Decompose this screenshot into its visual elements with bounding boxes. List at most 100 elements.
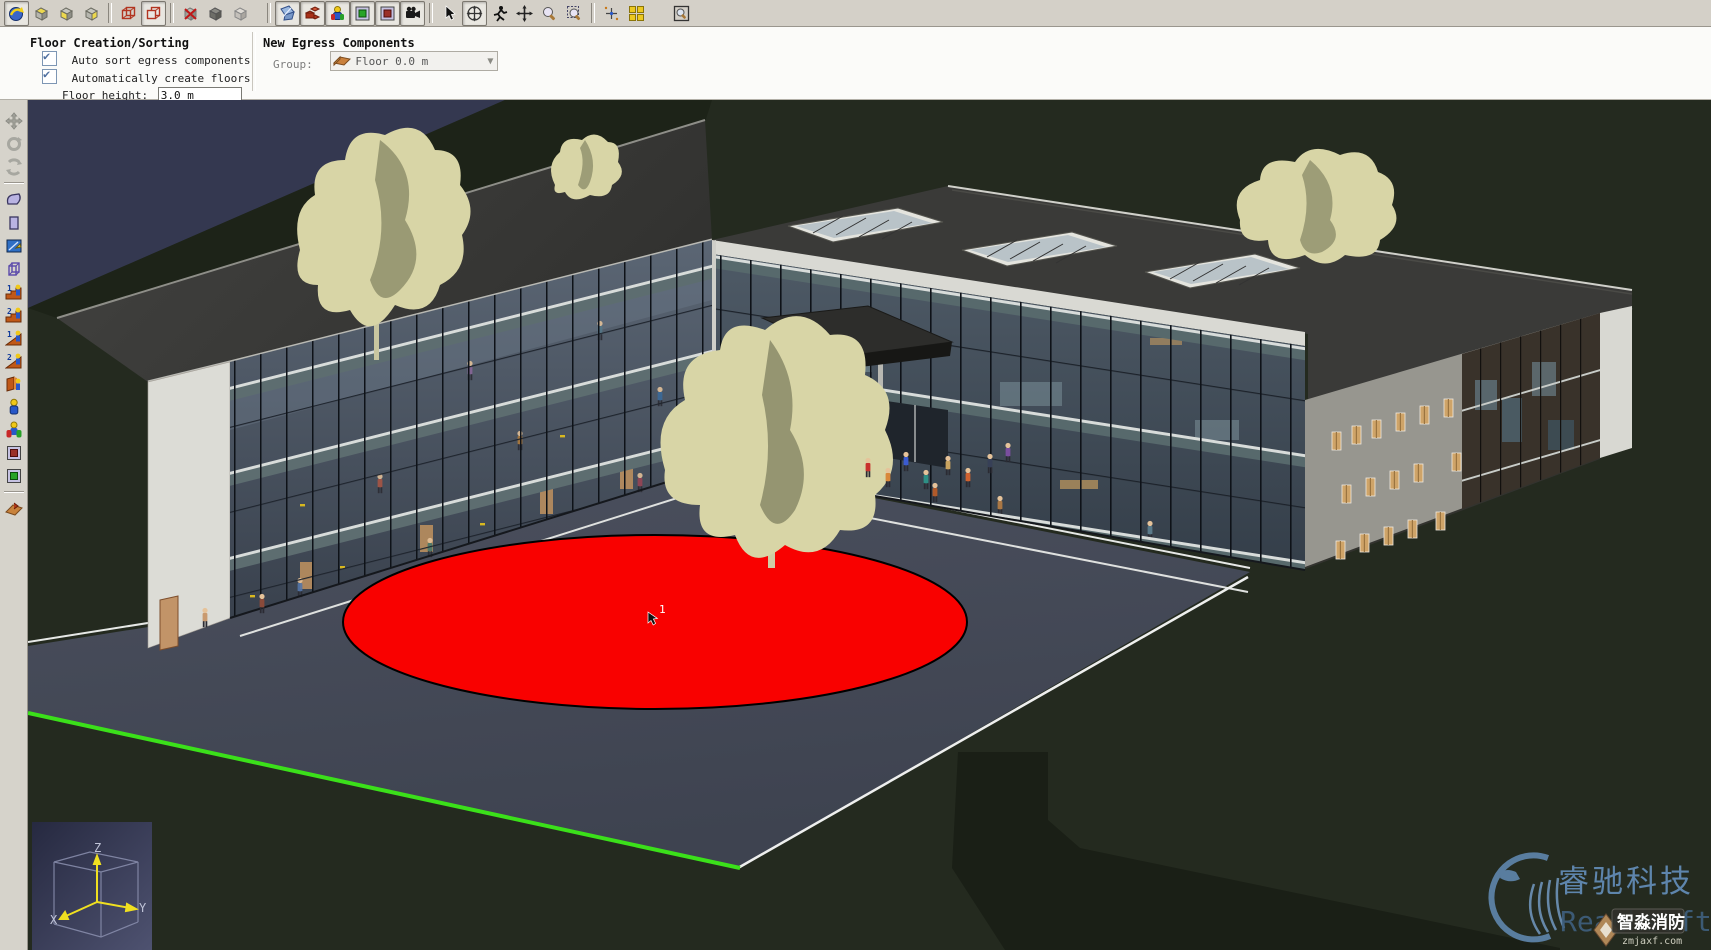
zoom-fit-button[interactable] xyxy=(669,1,694,26)
floor-panel-title: Floor Creation/Sorting xyxy=(30,36,189,50)
auto-sort-label: Auto sort egress components xyxy=(72,54,251,67)
polygon-room-icon xyxy=(5,191,23,209)
occupant-group-icon xyxy=(5,421,23,439)
hide-objects-button[interactable] xyxy=(178,1,203,26)
exterior-door[interactable] xyxy=(160,596,178,650)
badge-url: zmjaxf.com xyxy=(1622,936,1682,947)
zoom-tool-button[interactable] xyxy=(537,1,562,26)
wireframe-mode-button[interactable] xyxy=(116,1,141,26)
roll-view-tool[interactable] xyxy=(3,156,25,178)
orbit-tool-button[interactable] xyxy=(462,1,487,26)
axis-z-label: Z xyxy=(94,841,101,855)
wireframe-icon xyxy=(120,5,137,22)
solid-mode-icon xyxy=(145,5,162,22)
sidebar-separator xyxy=(4,182,24,184)
move-icon xyxy=(516,5,533,22)
hide-objects-icon xyxy=(182,5,199,22)
refinement-icon xyxy=(304,5,321,22)
egress-panel-title: New Egress Components xyxy=(263,36,415,50)
zoom-box-tool-button[interactable] xyxy=(562,1,587,26)
axis-gizmo[interactable]: Z Y X xyxy=(32,822,152,950)
ramp-two-icon: 2 xyxy=(5,352,23,370)
stairs-two-point-tool[interactable]: 2 xyxy=(3,304,25,326)
show-occupants-button[interactable] xyxy=(325,1,350,26)
run-simulation-button[interactable] xyxy=(487,1,512,26)
rectangle-room-icon xyxy=(5,214,23,232)
extrude-tool[interactable] xyxy=(3,258,25,280)
shade-dark-button[interactable] xyxy=(203,1,228,26)
view-side-icon xyxy=(83,5,100,22)
scene-viewport[interactable]: 1 Z Y X 睿驰科技 Reachsoft xyxy=(28,100,1711,950)
runner-icon xyxy=(491,5,508,22)
view-front-button[interactable] xyxy=(54,1,79,26)
reset-view-icon xyxy=(8,5,25,22)
ramp-one-icon: 1 xyxy=(5,329,23,347)
exit-door-tool[interactable] xyxy=(3,465,25,487)
occupant-door-icon xyxy=(5,375,23,393)
add-occupant-tool[interactable] xyxy=(3,396,25,418)
ramp-two-point-tool[interactable]: 2 xyxy=(3,350,25,372)
shade-light-button[interactable] xyxy=(228,1,253,26)
probe-icon xyxy=(603,5,620,22)
edit-geometry-icon xyxy=(5,237,23,255)
show-refinement-button[interactable] xyxy=(300,1,325,26)
floor-move-tool[interactable] xyxy=(3,498,25,520)
polygon-room-tool[interactable] xyxy=(3,189,25,211)
shade-dark-icon xyxy=(207,5,224,22)
probe-tool-button[interactable] xyxy=(599,1,624,26)
main-toolbar xyxy=(0,0,1711,27)
tool-sidebar: 1 2 1 2 xyxy=(0,100,28,950)
exit-door-icon xyxy=(354,5,371,22)
orbit-view-icon xyxy=(5,135,23,153)
combobox-arrow-icon[interactable]: ▼ xyxy=(487,56,495,67)
edit-geometry-tool[interactable] xyxy=(3,235,25,257)
pan-view-tool[interactable] xyxy=(3,110,25,132)
sidebar-separator xyxy=(4,491,24,493)
reset-view-button[interactable] xyxy=(4,1,29,26)
view-top-icon xyxy=(33,5,50,22)
pathfinder-window: { "toolbar": { "buttons": [ {"name":"res… xyxy=(0,0,1711,950)
stairs-one-badge: 1 xyxy=(7,284,12,293)
solid-mode-button[interactable] xyxy=(141,1,166,26)
axis-y-label: Y xyxy=(139,901,147,915)
orbit-tool-icon xyxy=(466,5,483,22)
ramp-one-point-tool[interactable]: 1 xyxy=(3,327,25,349)
zoom-fit-icon xyxy=(673,5,690,22)
occupant-icon xyxy=(5,398,23,416)
group-value: Floor 0.0 m xyxy=(355,55,428,68)
toolbar-separator xyxy=(170,3,174,23)
occupant-door-tool[interactable] xyxy=(3,373,25,395)
orbit-view-tool[interactable] xyxy=(3,133,25,155)
door-tool[interactable] xyxy=(3,442,25,464)
auto-create-floors-checkbox[interactable] xyxy=(42,69,57,84)
add-occupant-group-tool[interactable] xyxy=(3,419,25,441)
auto-sort-checkbox[interactable] xyxy=(42,51,57,66)
show-cameras-button[interactable] xyxy=(400,1,425,26)
stairs-two-badge: 2 xyxy=(7,307,12,316)
view-front-icon xyxy=(58,5,75,22)
view-top-button[interactable] xyxy=(29,1,54,26)
right-end-pier xyxy=(1600,306,1632,458)
floor-icon xyxy=(333,54,351,68)
zoom-icon xyxy=(541,5,558,22)
show-exit-doors-button[interactable] xyxy=(350,1,375,26)
move-tool-button[interactable] xyxy=(512,1,537,26)
grid-yellow-icon xyxy=(628,5,645,22)
view-side-button[interactable] xyxy=(79,1,104,26)
shade-light-icon xyxy=(232,5,249,22)
select-tool-button[interactable] xyxy=(437,1,462,26)
toolbar-separator xyxy=(429,3,433,23)
exit-door-tool-icon xyxy=(5,467,23,485)
toolbar-separator xyxy=(591,3,595,23)
materials-icon xyxy=(279,5,296,22)
show-doors-button[interactable] xyxy=(375,1,400,26)
group-combobox[interactable]: Floor 0.0 m ▼ xyxy=(330,51,498,71)
show-materials-button[interactable] xyxy=(275,1,300,26)
door-icon xyxy=(379,5,396,22)
rectangle-room-tool[interactable] xyxy=(3,212,25,234)
ramp-one-badge: 1 xyxy=(7,330,12,339)
axis-x-label: X xyxy=(50,913,58,927)
ribbon-separator xyxy=(252,32,256,91)
stairs-one-point-tool[interactable]: 1 xyxy=(3,281,25,303)
view-grid-button[interactable] xyxy=(624,1,649,26)
